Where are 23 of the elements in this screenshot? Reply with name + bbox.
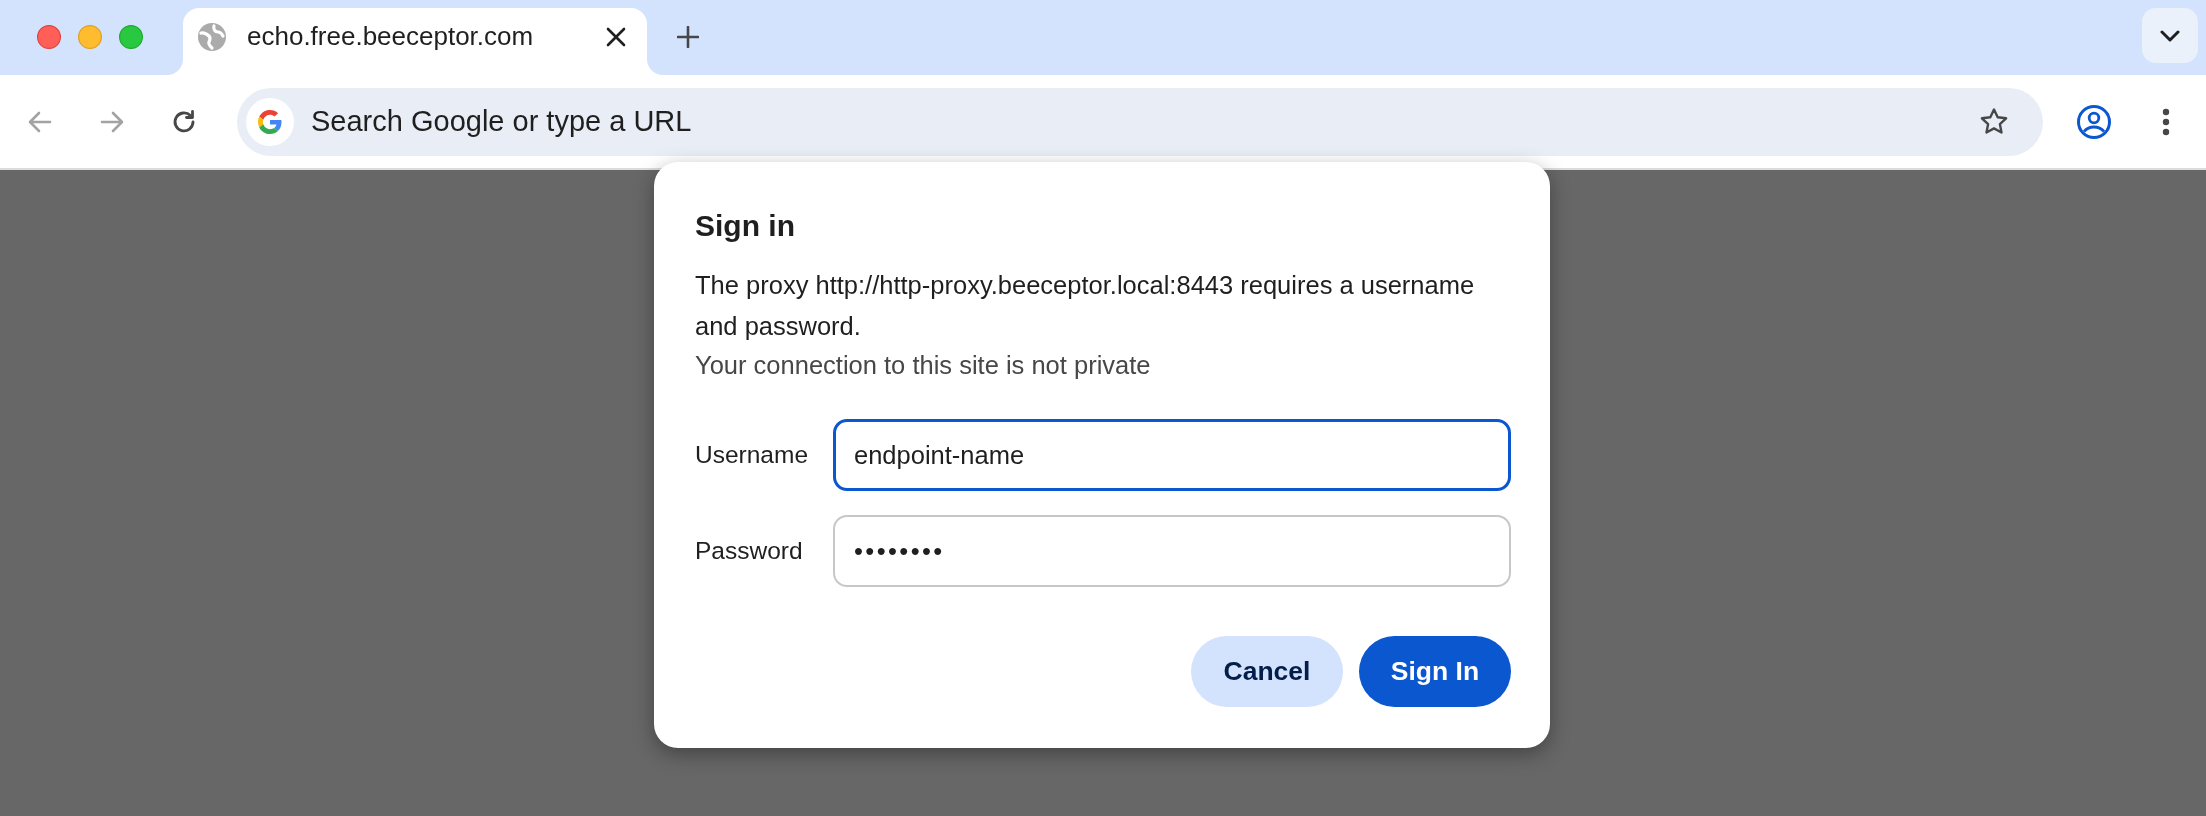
dialog-message: The proxy http://http-proxy.beeceptor.local:8443 requires a username and password. [695,270,1476,342]
star-icon[interactable] [1979,106,2009,137]
reload-icon[interactable] [171,108,197,135]
chevron-down-icon [2160,28,2180,43]
field-label: Username [695,439,809,470]
dialog-title: Sign in [695,208,796,244]
globe-icon [198,22,226,51]
g-logo-icon [246,97,294,146]
password-field[interactable]: •••••••• [833,515,1511,587]
profile-icon[interactable] [2077,104,2111,139]
field-label: Password [695,535,804,566]
tab-list-button[interactable] [2142,8,2198,63]
security-note: Your connection to this site is not private [695,350,1152,381]
new-tab-icon[interactable] [677,26,699,48]
close-window-icon[interactable] [37,25,61,49]
close-icon[interactable] [605,25,627,48]
username-field[interactable]: endpoint-name [833,419,1511,491]
cancel-button[interactable]: Cancel [1191,636,1343,707]
more-menu-icon[interactable] [2162,107,2170,136]
submit-button[interactable]: Sign In [1359,636,1511,707]
address-bar[interactable]: Search Google or type a URL [237,87,2043,156]
browser-tab[interactable]: echo.free.beeceptor.com [167,8,663,75]
address-input[interactable]: Search Google or type a URL [311,99,1979,144]
